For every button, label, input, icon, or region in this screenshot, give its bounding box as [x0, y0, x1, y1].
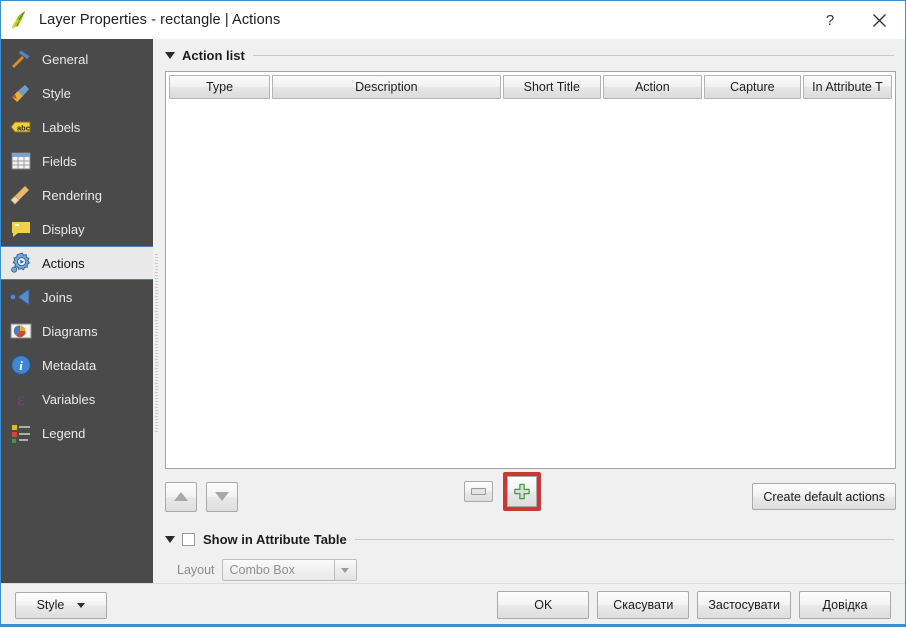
join-arrow-icon: [9, 288, 30, 306]
paintbrush-icon: [12, 85, 29, 102]
show-in-attribute-table-checkbox[interactable]: [182, 532, 195, 546]
minus-icon: [471, 488, 486, 495]
window-bottom-accent: [1, 624, 906, 626]
action-list-table: Type Description Short Title Action Capt…: [165, 71, 896, 469]
sidebar-item-label: Style: [42, 85, 71, 101]
sidebar-item-label: Diagrams: [42, 323, 98, 339]
sidebar-item-style[interactable]: Style: [1, 76, 153, 110]
title-bar: Layer Properties - rectangle | Actions ?: [1, 1, 905, 39]
sidebar-item-labels[interactable]: abc Labels: [1, 110, 153, 144]
sidebar-item-rendering[interactable]: Rendering: [1, 178, 153, 212]
column-header-short-title[interactable]: Short Title: [502, 75, 601, 99]
add-action-button[interactable]: [507, 476, 537, 507]
move-up-button[interactable]: [165, 481, 197, 512]
settings-sidebar: General Style abc Labels Fields Renderin…: [1, 39, 153, 583]
abc-label-icon: abc: [10, 121, 31, 133]
arrow-down-icon: [215, 492, 229, 501]
action-list-header: Action list: [165, 45, 896, 65]
sidebar-item-label: Display: [42, 221, 85, 237]
sidebar-item-label: Variables: [42, 391, 96, 407]
table-header-row: Type Description Short Title Action Capt…: [166, 72, 895, 99]
group-divider: [354, 538, 894, 540]
sidebar-item-label: General: [42, 51, 89, 67]
svg-text:ε: ε: [17, 389, 25, 409]
create-default-actions-button[interactable]: Create default actions: [752, 483, 896, 510]
sidebar-splitter[interactable]: [153, 39, 160, 583]
window-title: Layer Properties - rectangle | Actions: [39, 12, 281, 28]
cancel-button[interactable]: Скасувати: [597, 591, 690, 619]
sidebar-item-label: Fields: [42, 153, 77, 169]
show-in-attribute-table-group: Show in Attribute Table Layout Combo Box: [165, 529, 896, 581]
column-header-capture[interactable]: Capture: [703, 75, 801, 99]
close-icon: [872, 13, 886, 27]
gear-play-icon: [11, 252, 31, 273]
sidebar-item-label: Joins: [42, 289, 73, 305]
move-down-button[interactable]: [206, 481, 238, 512]
qgis-logo-icon: [11, 11, 26, 29]
layout-label: Layout: [177, 563, 215, 577]
close-button[interactable]: [853, 1, 905, 39]
column-header-type[interactable]: Type: [169, 75, 271, 99]
table-body-empty[interactable]: [166, 99, 895, 468]
action-list-group: Action list Type Description Short Title…: [165, 45, 896, 521]
sidebar-item-label: Legend: [42, 425, 86, 441]
collapse-triangle-icon[interactable]: [165, 535, 175, 543]
dialog-body: General Style abc Labels Fields Renderin…: [1, 39, 905, 583]
dialog-footer: Style OK Скасувати Застосувати Довідка: [1, 583, 905, 626]
svg-text:i: i: [19, 358, 23, 373]
layout-combobox[interactable]: Combo Box: [221, 559, 357, 581]
collapse-triangle-icon[interactable]: [165, 51, 175, 59]
speech-bubble-icon: [12, 222, 30, 237]
info-circle-icon: i: [11, 355, 31, 375]
layout-row: Layout Combo Box: [165, 559, 896, 581]
splitter-grip: [155, 254, 158, 432]
show-in-attribute-table-header: Show in Attribute Table: [165, 529, 896, 549]
actions-panel: Action list Type Description Short Title…: [153, 39, 905, 583]
arrow-up-icon: [174, 492, 188, 501]
sidebar-item-joins[interactable]: Joins: [1, 280, 153, 314]
help-button[interactable]: ?: [807, 1, 853, 39]
plus-icon: [514, 483, 530, 500]
legend-swatch-icon: [12, 425, 30, 443]
sidebar-item-label: Actions: [42, 255, 85, 271]
sidebar-item-label: Rendering: [42, 187, 102, 203]
sidebar-item-label: Labels: [42, 119, 81, 135]
sidebar-item-fields[interactable]: Fields: [1, 144, 153, 178]
column-header-description[interactable]: Description: [272, 75, 501, 99]
pie-chart-icon: [10, 323, 32, 339]
layout-combobox-value: Combo Box: [229, 563, 295, 577]
sidebar-item-general[interactable]: General: [1, 42, 153, 76]
ok-button[interactable]: OK: [497, 591, 590, 619]
remove-action-button[interactable]: [464, 481, 493, 502]
show-in-attribute-table-title: Show in Attribute Table: [203, 531, 347, 547]
help-footer-button[interactable]: Довідка: [799, 591, 891, 619]
group-divider: [252, 54, 894, 56]
sidebar-item-label: Metadata: [42, 357, 97, 373]
svg-text:abc: abc: [17, 124, 30, 133]
chevron-down-icon[interactable]: [333, 560, 356, 580]
style-menu-button[interactable]: Style: [15, 591, 107, 619]
action-list-title: Action list: [182, 47, 245, 63]
sidebar-item-actions[interactable]: Actions: [1, 246, 153, 280]
chevron-down-icon: [77, 602, 86, 608]
epsilon-icon: ε: [17, 389, 25, 409]
table-grid-icon: [11, 152, 31, 170]
sidebar-item-variables[interactable]: ε Variables: [1, 382, 153, 416]
broom-icon: [10, 186, 29, 205]
sidebar-item-metadata[interactable]: i Metadata: [1, 348, 153, 382]
sidebar-item-display[interactable]: Display: [1, 212, 153, 246]
action-list-toolbar: Create default actions: [165, 469, 896, 521]
layer-properties-dialog: Layer Properties - rectangle | Actions ?…: [0, 0, 906, 627]
style-menu-label: Style: [36, 598, 65, 612]
column-header-in-attribute-table[interactable]: In Attribute T: [802, 75, 892, 99]
column-header-action[interactable]: Action: [602, 75, 702, 99]
apply-button[interactable]: Застосувати: [697, 591, 791, 619]
sidebar-item-diagrams[interactable]: Diagrams: [1, 314, 153, 348]
hammer-icon: [12, 49, 31, 68]
sidebar-item-legend[interactable]: Legend: [1, 416, 153, 450]
